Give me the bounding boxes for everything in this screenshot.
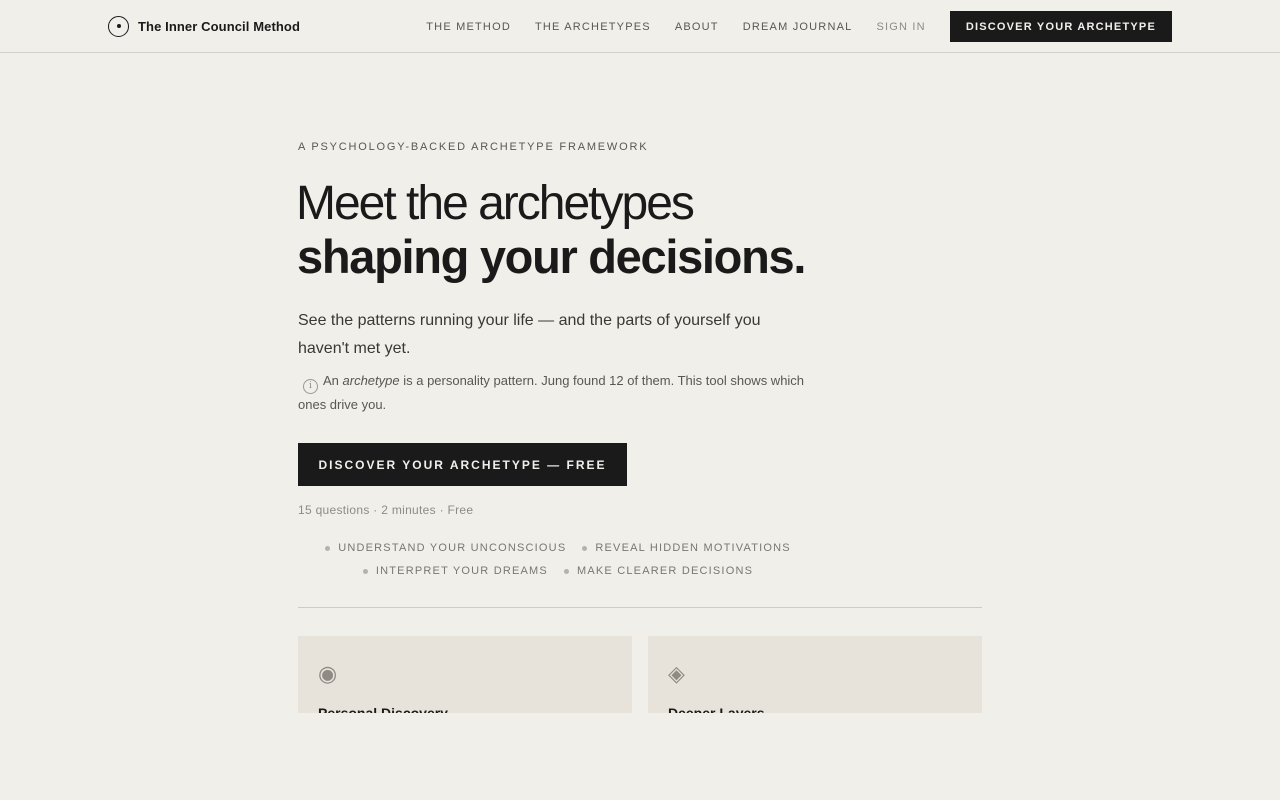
nav-link-the-archetypes[interactable]: THE ARCHETYPES bbox=[535, 21, 651, 33]
card-personal-discovery[interactable]: ◉ Personal Discovery bbox=[298, 636, 632, 713]
brand[interactable]: The Inner Council Method bbox=[108, 15, 300, 37]
diamond-icon: ◈ bbox=[668, 662, 685, 687]
headline-bold: shaping your decisions. bbox=[297, 230, 806, 283]
circle-dot-icon bbox=[108, 15, 129, 37]
bullet-dot-icon bbox=[362, 568, 368, 574]
bullet-dot-icon bbox=[325, 545, 331, 551]
main-nav: THE METHOD THE ARCHETYPES ABOUT DREAM JO… bbox=[426, 11, 1172, 42]
benefit-label: UNDERSTAND YOUR UNCONSCIOUS bbox=[338, 542, 567, 554]
benefit-label: MAKE CLEARER DECISIONS bbox=[576, 565, 754, 577]
card-title: Personal Discovery bbox=[318, 705, 448, 713]
card-deeper-layers[interactable]: ◈ Deeper Layers bbox=[648, 636, 982, 713]
benefit-label: REVEAL HIDDEN MOTIVATIONS bbox=[595, 542, 791, 554]
hero-cta-button[interactable]: DISCOVER YOUR ARCHETYPE — FREE bbox=[298, 443, 627, 486]
benefits-row-2: INTERPRET YOUR DREAMS MAKE CLEARER DECIS… bbox=[298, 565, 818, 577]
card-title: Deeper Layers bbox=[668, 705, 765, 713]
bullet-dot-icon bbox=[582, 545, 588, 551]
benefit-item: MAKE CLEARER DECISIONS bbox=[563, 565, 754, 577]
header-cta-button[interactable]: DISCOVER YOUR ARCHETYPE bbox=[949, 11, 1172, 42]
benefits-row-1: UNDERSTAND YOUR UNCONSCIOUS REVEAL HIDDE… bbox=[298, 542, 818, 554]
note-prefix: An bbox=[323, 373, 343, 388]
nav-link-dream-journal[interactable]: DREAM JOURNAL bbox=[743, 21, 853, 33]
nav-link-about[interactable]: ABOUT bbox=[675, 21, 719, 33]
benefit-item: UNDERSTAND YOUR UNCONSCIOUS bbox=[325, 542, 566, 554]
info-icon: i bbox=[303, 379, 318, 394]
site-header: The Inner Council Method THE METHOD THE … bbox=[0, 0, 1280, 53]
brand-name: The Inner Council Method bbox=[138, 18, 301, 34]
benefit-item: INTERPRET YOUR DREAMS bbox=[362, 565, 548, 577]
hero-lead: See the patterns running your life — and… bbox=[298, 312, 761, 357]
bullet-dot-icon bbox=[563, 568, 569, 574]
archetype-note: i An archetype is a personality pattern. … bbox=[298, 370, 828, 416]
note-term: archetype bbox=[342, 373, 400, 388]
benefit-label: INTERPRET YOUR DREAMS bbox=[375, 565, 548, 577]
quiz-meta: 15 questions · 2 minutes · Free bbox=[298, 503, 474, 517]
fisheye-icon: ◉ bbox=[318, 662, 338, 687]
hero-eyebrow: A PSYCHOLOGY-BACKED ARCHETYPE FRAMEWORK bbox=[298, 141, 649, 153]
nav-link-the-method[interactable]: THE METHOD bbox=[426, 21, 511, 33]
benefit-item: REVEAL HIDDEN MOTIVATIONS bbox=[582, 542, 790, 554]
headline-light: Meet the archetypes bbox=[296, 177, 695, 230]
sign-in-link[interactable]: SIGN IN bbox=[876, 21, 925, 33]
section-divider bbox=[298, 607, 982, 608]
